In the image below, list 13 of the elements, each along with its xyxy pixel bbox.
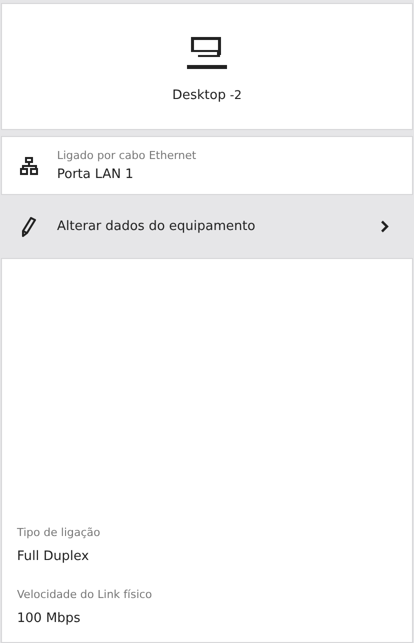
pencil-icon — [20, 216, 36, 236]
connection-label: Ligado por cabo Ethernet — [57, 149, 196, 162]
detail-value: 100 Mbps — [17, 611, 82, 626]
detail-label: Velocidade do Link físico — [17, 588, 154, 601]
edit-device-button[interactable]: Alterar dados do equipamento — [1, 201, 413, 252]
detail-value: Full Duplex — [17, 549, 90, 564]
device-name: Desktop — [172, 88, 226, 103]
detail-label: Tipo de ligação — [17, 526, 102, 539]
chevron-right-icon — [380, 220, 389, 233]
desktop-icon — [187, 37, 227, 69]
network-icon — [20, 156, 39, 174]
connection-value: Porta LAN 1 — [57, 167, 134, 182]
device-suffix: -2 — [230, 88, 242, 102]
